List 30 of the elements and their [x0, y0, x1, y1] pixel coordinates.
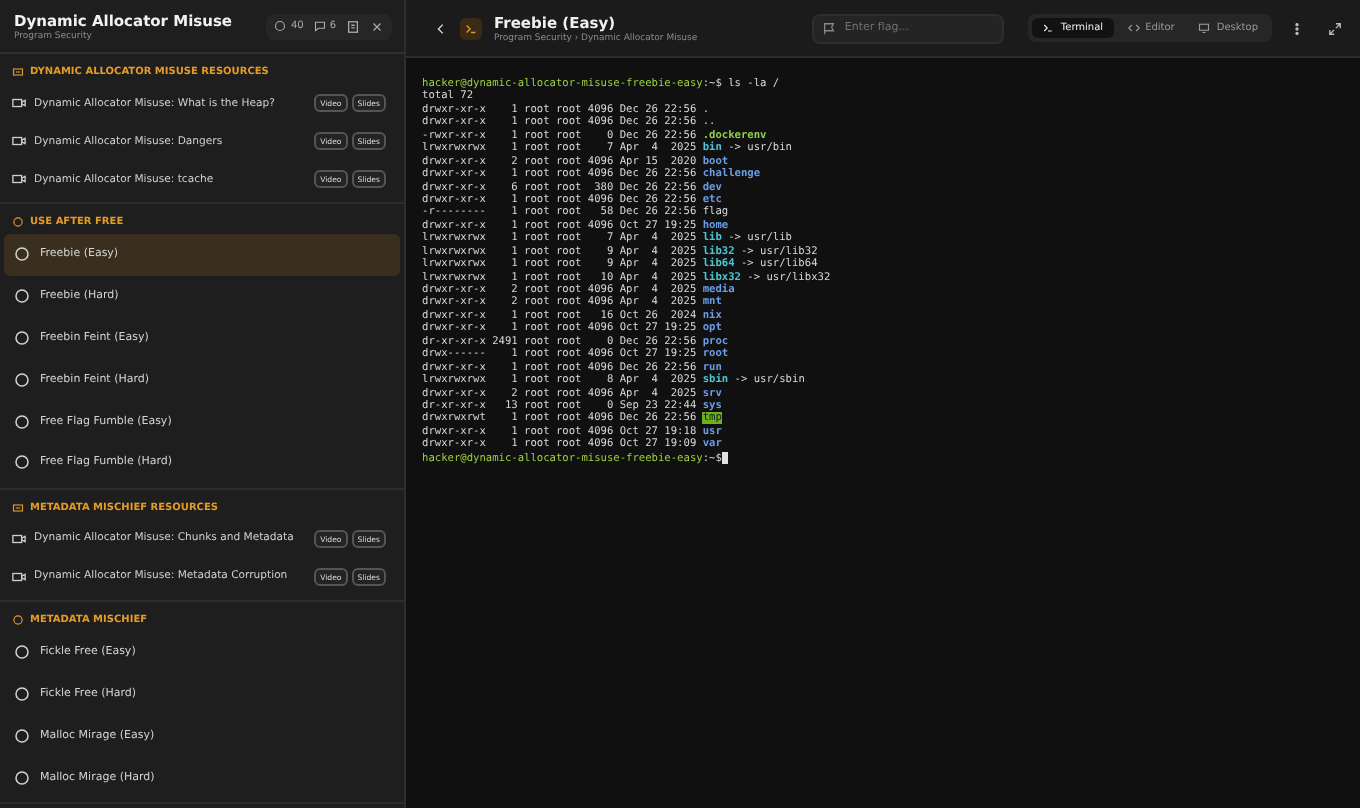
circle-icon — [14, 413, 30, 430]
circle-icon — [274, 20, 287, 32]
video-camera-icon — [12, 134, 26, 148]
circle-icon — [14, 371, 30, 388]
circle-icon — [14, 246, 30, 263]
close-icon — [370, 19, 384, 33]
circle-icon — [14, 644, 30, 661]
circle-icon — [14, 454, 30, 471]
notebook-icon — [346, 19, 360, 33]
video-camera-icon — [12, 96, 26, 110]
back-icon — [434, 21, 448, 35]
code-icon — [1127, 22, 1140, 34]
circle-icon — [14, 727, 30, 744]
expand-icon — [1328, 21, 1342, 35]
terminal-prompt-icon — [1042, 22, 1055, 34]
slides-icon — [12, 66, 24, 78]
slides-icon — [12, 501, 24, 514]
circle-icon — [12, 216, 24, 228]
chat-icon — [313, 20, 326, 32]
circle-icon — [12, 613, 24, 626]
circle-icon — [14, 288, 30, 305]
circle-icon — [14, 769, 30, 786]
video-camera-icon — [12, 531, 26, 546]
circle-icon — [14, 329, 30, 346]
circle-icon — [14, 685, 30, 702]
monitor-icon — [1198, 22, 1211, 34]
more-icon — [1290, 21, 1304, 35]
video-camera-icon — [12, 569, 26, 584]
video-camera-icon — [12, 172, 26, 186]
flag-icon — [822, 21, 837, 35]
